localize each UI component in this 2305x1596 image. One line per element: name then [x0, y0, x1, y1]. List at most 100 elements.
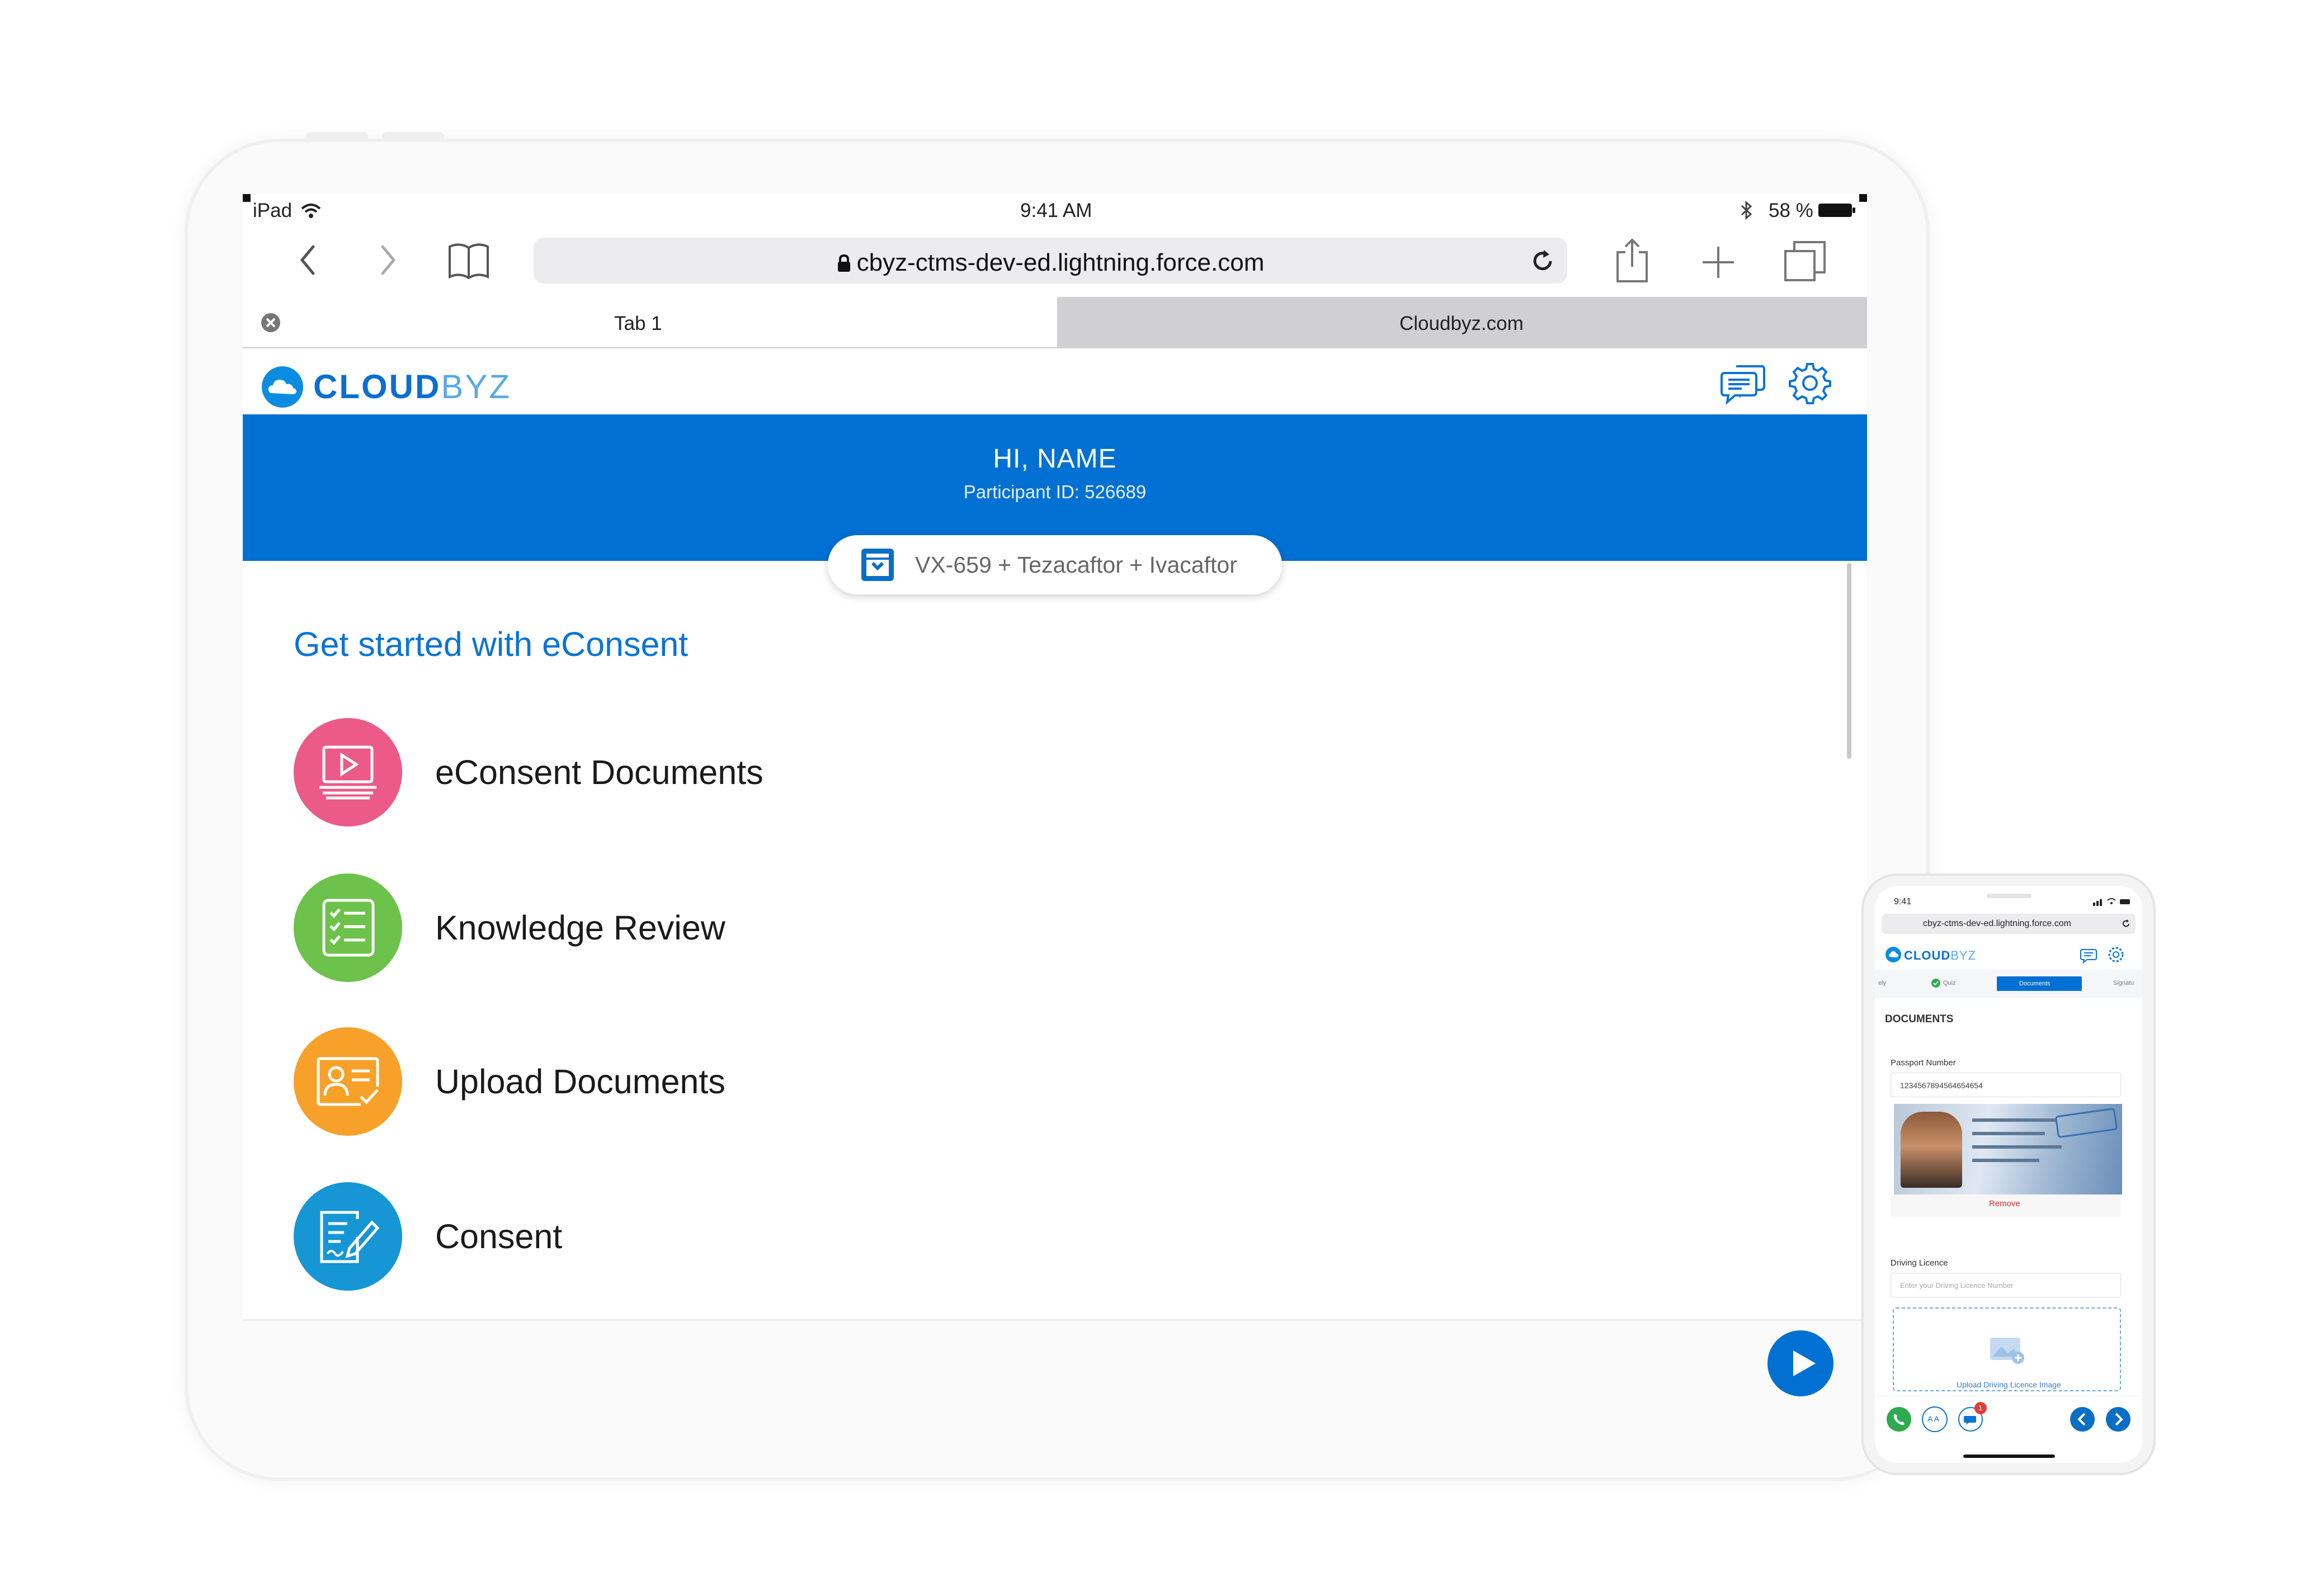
passport-value: 1234567894564654654: [1900, 1081, 1983, 1090]
econsent-documents-circle: [294, 718, 402, 827]
id-card-icon: [317, 1057, 379, 1106]
app-header: CLOUDBYZ: [243, 348, 1867, 414]
phone-screen: 9:41 cbyz-ctms-dev-ed.lightning.force.co…: [1875, 886, 2142, 1463]
text-size-button[interactable]: A A: [1922, 1406, 1948, 1432]
tab-1[interactable]: Tab 1: [614, 313, 662, 335]
scrollbar[interactable]: [1847, 563, 1851, 759]
battery-icon: [1818, 204, 1855, 217]
phone-logo: CLOUDBYZ: [1904, 948, 1977, 962]
text-size-label: A A: [1927, 1414, 1940, 1423]
upload-documents-label: Upload Documents: [435, 1063, 725, 1101]
remove-link[interactable]: Remove: [1989, 1199, 2020, 1208]
bookmarks-icon[interactable]: [446, 241, 491, 280]
phone-next-icon[interactable]: [2105, 1406, 2131, 1432]
phone-chat-icon[interactable]: [2080, 945, 2100, 964]
phone-address-bar[interactable]: cbyz-ctms-dev-ed.lightning.force.com: [1882, 914, 2136, 934]
study-selector[interactable]: VX-659 + Tezacaftor + Ivacaftor: [828, 535, 1282, 594]
bluetooth-icon: [1741, 201, 1752, 220]
address-bar[interactable]: cbyz-ctms-dev-ed.lightning.force.com: [534, 238, 1567, 284]
passport-text-line: [1972, 1118, 2056, 1122]
knowledge-review-circle: [294, 873, 402, 982]
lock-icon: [837, 254, 850, 272]
status-bar: iPad 9:41 AM 58 %: [243, 194, 1867, 223]
passport-label: Passport Number: [1891, 1058, 1956, 1068]
greeting: HI, NAME: [993, 444, 1117, 474]
video-document-icon: [319, 745, 376, 800]
screen-corner: [1859, 194, 1867, 202]
phone-url: cbyz-ctms-dev-ed.lightning.force.com: [1923, 919, 2071, 928]
upload-documents-item[interactable]: Upload Documents: [294, 1027, 965, 1136]
phone-reload-icon[interactable]: [2121, 919, 2131, 929]
consent-label: Consent: [435, 1217, 563, 1255]
econsent-documents-label: eConsent Documents: [435, 753, 763, 791]
reload-icon[interactable]: [1529, 248, 1556, 275]
image-upload-icon: [1990, 1338, 2024, 1364]
licence-label: Driving Licence: [1891, 1258, 1948, 1268]
passport-image: [1894, 1104, 2122, 1194]
phone-step-1[interactable]: ely: [1878, 980, 1886, 986]
section-title: Get started with eConsent: [294, 625, 689, 663]
participant-id: Participant ID: 526689: [963, 481, 1147, 502]
ipad-screen: iPad 9:41 AM 58 % cbyz-ctms-dev-ed.light…: [243, 194, 1867, 1410]
notification-badge: 1: [1974, 1402, 1987, 1414]
study-name: VX-659 + Tezacaftor + Ivacaftor: [915, 552, 1237, 578]
phone-step-quiz[interactable]: Quiz: [1943, 980, 1956, 986]
app-footer: [243, 1319, 1867, 1410]
cloudbyz-logo-icon: [262, 366, 303, 408]
home-indicator: [1963, 1455, 2055, 1458]
phone-step-documents[interactable]: Documents: [1997, 976, 2082, 991]
settings-gear-icon[interactable]: [1788, 361, 1832, 405]
phone-progress-steps: ely Quiz Documents Signatu: [1875, 970, 2142, 998]
tab-cloudbyz-label: Cloudbyz.com: [1399, 313, 1524, 334]
phone-logo-icon: [1886, 947, 1901, 962]
screen-corner: [243, 194, 251, 202]
tab-bar: Tab 1 Cloudbyz.com: [243, 297, 1867, 348]
forward-icon[interactable]: [377, 243, 399, 277]
consent-item[interactable]: Consent: [294, 1182, 965, 1291]
url-value: cbyz-ctms-dev-ed.lightning.force.com: [856, 249, 1265, 276]
passport-text-line: [1972, 1159, 2039, 1162]
knowledge-review-label: Knowledge Review: [435, 909, 725, 947]
wifi-icon: [301, 204, 321, 218]
licence-number-input[interactable]: Enter your Driving Licence Number: [1891, 1273, 2121, 1297]
consent-circle: [294, 1182, 402, 1291]
study-icon: [861, 549, 894, 581]
passport-text-line: [1972, 1132, 2045, 1135]
battery-percent: 58 %: [1769, 200, 1813, 221]
econsent-documents-item[interactable]: eConsent Documents: [294, 718, 965, 827]
ipad-button: [383, 132, 444, 142]
new-tab-icon[interactable]: [1700, 244, 1736, 280]
cloudbyz-logo: CLOUDBYZ: [313, 368, 512, 405]
close-tab-icon[interactable]: [260, 311, 282, 334]
phone-signal-icon: [2093, 898, 2130, 906]
cancelled-stamp: [2054, 1107, 2118, 1139]
upload-documents-circle: [294, 1027, 402, 1136]
phone-call-icon[interactable]: [1886, 1406, 1912, 1432]
phone-section-title: DOCUMENTS: [1885, 1013, 1954, 1025]
checklist-icon: [322, 899, 375, 957]
phone-settings-icon[interactable]: [2106, 945, 2125, 964]
upload-text: Upload Driving Licence Image: [1957, 1380, 2061, 1389]
url-text: cbyz-ctms-dev-ed.lightning.force.com: [534, 249, 1567, 277]
play-icon: [1793, 1351, 1816, 1376]
passport-remove-row: Remove: [1891, 1194, 2121, 1217]
tabs-icon[interactable]: [1783, 240, 1827, 284]
chat-icon[interactable]: [1719, 361, 1766, 405]
check-circle-icon: [1931, 979, 1940, 988]
next-button[interactable]: [1767, 1330, 1833, 1396]
sign-document-icon: [320, 1211, 380, 1263]
knowledge-review-item[interactable]: Knowledge Review: [294, 873, 965, 982]
tab-cloudbyz[interactable]: Cloudbyz.com: [1057, 297, 1867, 348]
phone-prev-icon[interactable]: [2070, 1406, 2095, 1432]
licence-upload-dropzone[interactable]: Upload Driving Licence Image: [1893, 1307, 2121, 1391]
phone-bottom-bar: A A 1: [1875, 1396, 2142, 1463]
back-icon[interactable]: [296, 243, 319, 277]
ipad-button: [307, 132, 368, 142]
passport-photo: [1901, 1112, 1962, 1188]
licence-placeholder: Enter your Driving Licence Number: [1900, 1281, 2014, 1290]
device-name: iPad: [253, 200, 293, 221]
passport-number-input[interactable]: 1234567894564654654: [1891, 1073, 2121, 1097]
share-icon[interactable]: [1614, 237, 1650, 284]
passport-text-line: [1972, 1145, 2062, 1149]
phone-step-signature[interactable]: Signatu: [2113, 980, 2134, 986]
